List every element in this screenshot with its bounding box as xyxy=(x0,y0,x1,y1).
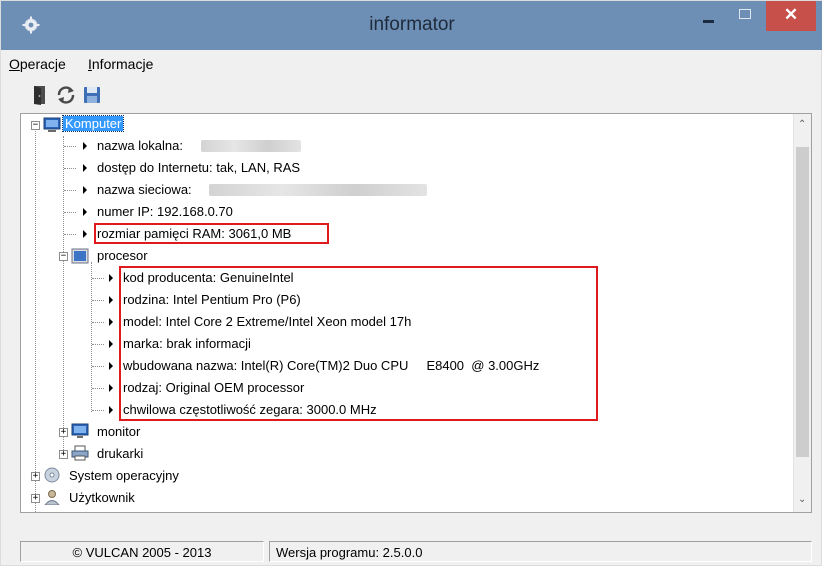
leaf-arrow-icon xyxy=(109,340,113,348)
tree-leaf-network-name[interactable]: nazwa sieciowa: xyxy=(97,180,192,200)
tree-node-komputer[interactable]: Komputer xyxy=(61,114,125,134)
tree-leaf-ip[interactable]: numer IP: 192.168.0.70 xyxy=(97,202,233,222)
tree-connector xyxy=(92,388,104,389)
processor-highlight-box xyxy=(119,266,598,421)
tree-connector xyxy=(92,410,104,411)
leaf-arrow-icon xyxy=(83,164,87,172)
tree-node-label: monitor xyxy=(97,424,141,439)
computer-icon xyxy=(43,117,61,132)
tree-connector xyxy=(64,146,76,147)
close-button[interactable]: ✕ xyxy=(766,1,816,31)
tree-connector xyxy=(64,212,76,213)
tree-connector xyxy=(64,234,76,235)
cd-disc-icon xyxy=(44,467,60,483)
redacted-value xyxy=(201,140,301,152)
expand-toggle-system[interactable]: + xyxy=(31,472,40,481)
menu-informacje-label: nformacje xyxy=(91,56,154,72)
info-tree[interactable]: − Komputer nazwa lokalna: dostęp do Inte… xyxy=(20,113,812,513)
menu-bar: Operacje Informacje xyxy=(3,50,821,78)
save-icon[interactable] xyxy=(81,84,103,106)
tree-leaf-text: numer IP: 192.168.0.70 xyxy=(97,204,233,219)
tree-connector xyxy=(92,278,104,279)
expand-toggle-monitor[interactable]: + xyxy=(59,428,68,437)
leaf-arrow-icon xyxy=(109,406,113,414)
leaf-arrow-icon xyxy=(83,142,87,150)
user-icon xyxy=(44,490,60,505)
tree-node-label: System operacyjny xyxy=(69,468,179,483)
tree-connector xyxy=(92,344,104,345)
tree-guide xyxy=(35,124,36,512)
redacted-value xyxy=(209,184,427,196)
scroll-up-icon[interactable]: ⌃ xyxy=(798,119,806,130)
leaf-arrow-icon xyxy=(109,296,113,304)
exit-door-icon[interactable] xyxy=(29,84,51,106)
maximize-button[interactable] xyxy=(731,1,761,31)
expand-toggle-komputer[interactable]: − xyxy=(31,121,40,130)
status-copyright: © VULCAN 2005 - 2013 xyxy=(20,541,264,562)
tree-node-system[interactable]: System operacyjny xyxy=(69,466,179,486)
tree-connector xyxy=(64,168,76,169)
toolbar xyxy=(3,79,821,111)
expand-toggle-drukarki[interactable]: + xyxy=(59,450,68,459)
ram-highlight-box xyxy=(94,223,329,244)
tree-node-komputer-label: Komputer xyxy=(61,115,125,132)
tree-node-user[interactable]: Użytkownik xyxy=(69,488,135,508)
app-window: informator ✕ Operacje Informacje − Kompu… xyxy=(0,0,822,566)
tree-leaf-internet[interactable]: dostęp do Internetu: tak, LAN, RAS xyxy=(97,158,300,178)
tree-leaf-text: nazwa sieciowa: xyxy=(97,182,192,197)
tree-connector xyxy=(92,300,104,301)
menu-informacje[interactable]: Informacje xyxy=(88,56,153,72)
processor-icon xyxy=(71,248,89,264)
tree-leaf-text: dostęp do Internetu: tak, LAN, RAS xyxy=(97,160,301,175)
monitor-icon xyxy=(71,423,89,438)
tree-guide xyxy=(91,262,92,412)
minimize-button[interactable] xyxy=(691,1,725,31)
leaf-arrow-icon xyxy=(83,230,87,238)
tree-connector xyxy=(64,190,76,191)
expand-toggle-procesor[interactable]: − xyxy=(59,252,68,261)
tree-node-monitor[interactable]: monitor xyxy=(97,422,140,442)
menu-operacje-label: peracje xyxy=(19,56,66,72)
tree-leaf-local-name[interactable]: nazwa lokalna: xyxy=(97,136,183,156)
refresh-icon[interactable] xyxy=(55,84,77,106)
scroll-thumb[interactable] xyxy=(796,147,809,457)
menu-operacje-accel: O xyxy=(9,56,20,72)
tree-node-drukarki[interactable]: drukarki xyxy=(97,444,143,464)
tree-node-label: drukarki xyxy=(97,446,144,461)
title-bar[interactable]: informator ✕ xyxy=(1,1,822,50)
vertical-scrollbar[interactable]: ⌃ ⌄ xyxy=(793,114,811,512)
status-version: Wersja programu: 2.5.0.0 xyxy=(269,541,812,562)
menu-operacje[interactable]: Operacje xyxy=(9,56,66,72)
tree-connector xyxy=(92,322,104,323)
tree-node-procesor-label: procesor xyxy=(97,248,148,263)
tree-node-label: Użytkownik xyxy=(69,490,135,505)
tree-guide xyxy=(63,136,64,456)
tree-leaf-text: nazwa lokalna: xyxy=(97,138,183,153)
leaf-arrow-icon xyxy=(109,384,113,392)
scroll-down-icon[interactable]: ⌄ xyxy=(798,494,806,505)
status-bar: © VULCAN 2005 - 2013 Wersja programu: 2.… xyxy=(20,539,812,564)
expand-toggle-user[interactable]: + xyxy=(31,494,40,503)
leaf-arrow-icon xyxy=(83,186,87,194)
tree-connector xyxy=(92,366,104,367)
tree-node-procesor[interactable]: procesor xyxy=(97,246,148,266)
leaf-arrow-icon xyxy=(83,208,87,216)
printer-icon xyxy=(71,445,89,461)
leaf-arrow-icon xyxy=(109,318,113,326)
leaf-arrow-icon xyxy=(109,362,113,370)
leaf-arrow-icon xyxy=(109,274,113,282)
